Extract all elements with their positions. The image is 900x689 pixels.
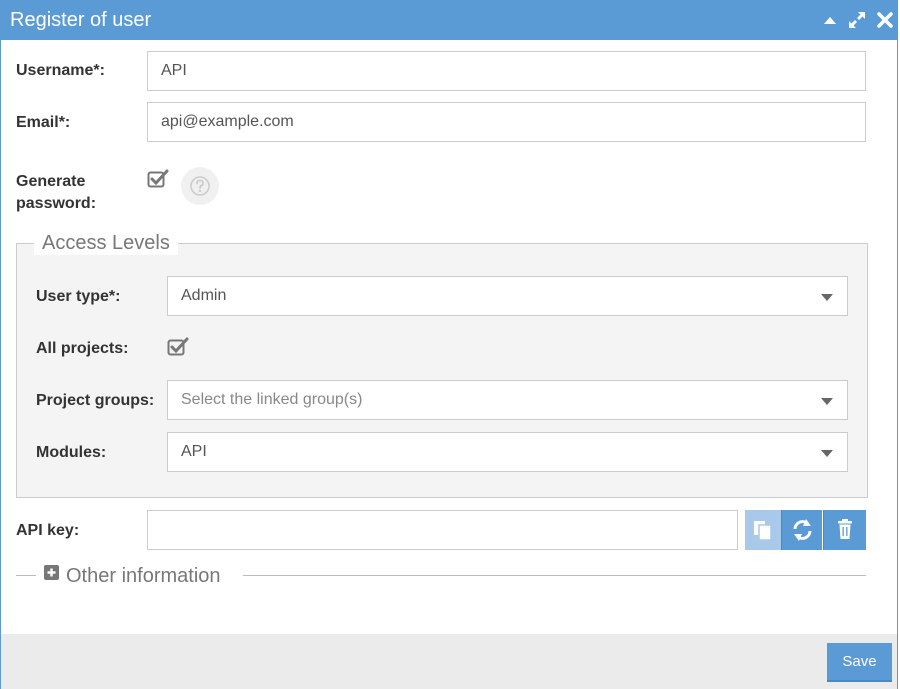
delete-api-key-button[interactable]	[823, 510, 866, 550]
question-circle-icon	[190, 176, 210, 196]
other-information-toggle[interactable]: Other information	[66, 565, 221, 588]
copy-icon	[754, 521, 772, 541]
project-groups-placeholder: Select the linked group(s)	[181, 391, 363, 408]
user-type-select[interactable]: Admin	[167, 276, 848, 316]
email-input[interactable]	[147, 102, 866, 142]
close-icon[interactable]	[875, 10, 895, 30]
generate-password-checkbox[interactable]	[147, 169, 169, 189]
chevron-down-icon	[821, 450, 833, 457]
title-bar: Register of user	[1, 0, 897, 40]
dialog-title: Register of user	[10, 9, 152, 31]
api-key-label: API key:	[16, 522, 80, 539]
username-label: Username*:	[16, 62, 105, 79]
expand-icon[interactable]	[847, 10, 867, 30]
user-type-value: Admin	[181, 287, 227, 304]
email-label: Email*:	[16, 114, 71, 131]
username-input[interactable]	[147, 51, 866, 91]
copy-api-key-button[interactable]	[745, 510, 781, 550]
generate-password-label: Generate password:	[16, 171, 96, 215]
user-type-label: User type*:	[36, 288, 121, 305]
modules-label: Modules:	[36, 444, 107, 461]
generate-password-label-line2: password:	[16, 195, 97, 212]
chevron-down-icon	[821, 294, 833, 301]
refresh-api-key-button[interactable]	[781, 510, 822, 550]
all-projects-label: All projects:	[36, 340, 129, 357]
help-button[interactable]	[181, 167, 219, 205]
refresh-icon	[793, 519, 812, 541]
modules-value: API	[181, 443, 207, 460]
other-information-divider-left	[16, 575, 36, 576]
modules-select[interactable]: API	[167, 432, 848, 472]
api-key-input[interactable]	[147, 510, 738, 550]
trash-icon	[838, 519, 852, 539]
access-levels-legend: Access Levels	[34, 232, 178, 255]
all-projects-checkbox[interactable]	[167, 337, 189, 357]
plus-square-icon[interactable]	[44, 565, 59, 580]
save-button[interactable]: Save	[827, 643, 892, 682]
generate-password-label-line1: Generate	[16, 173, 86, 190]
dialog-footer	[1, 634, 897, 689]
project-groups-select[interactable]: Select the linked group(s)	[167, 380, 848, 420]
chevron-down-icon	[821, 398, 833, 405]
other-information-divider-right	[243, 575, 866, 576]
collapse-icon[interactable]	[820, 10, 840, 30]
register-user-dialog: Register of user Username*: Email*: Gene…	[0, 0, 898, 689]
project-groups-label: Project groups:	[36, 392, 155, 409]
